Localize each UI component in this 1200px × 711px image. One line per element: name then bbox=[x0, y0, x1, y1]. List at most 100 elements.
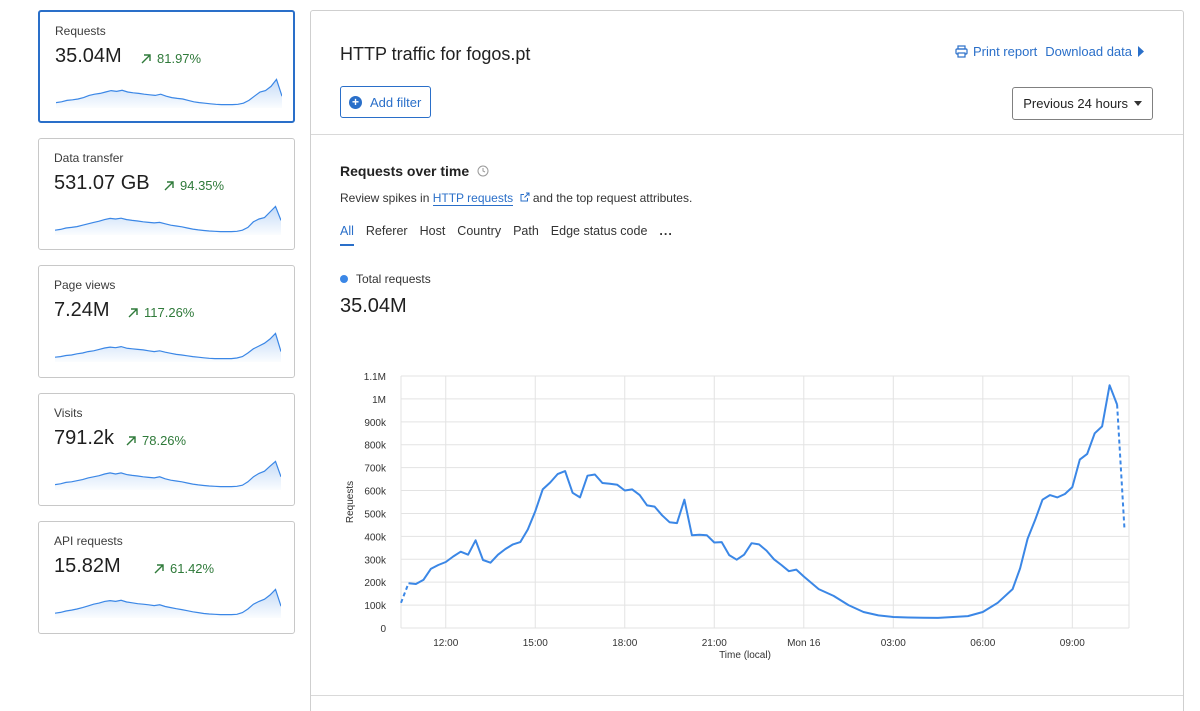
y-tick-label: 1.1M bbox=[364, 372, 386, 383]
y-tick-label: 400k bbox=[364, 532, 387, 543]
trend-up-arrow-icon bbox=[128, 307, 138, 317]
tab-referer[interactable]: Referer bbox=[366, 224, 408, 246]
tab-all[interactable]: All bbox=[340, 224, 354, 246]
caret-right-icon bbox=[1138, 46, 1144, 57]
http-requests-link[interactable]: HTTP requests bbox=[432, 191, 514, 206]
tab-path[interactable]: Path bbox=[513, 224, 539, 246]
legend-dot-icon bbox=[340, 275, 348, 283]
metric-card-change: 78.26% bbox=[125, 433, 186, 448]
metric-card-value: 7.24M bbox=[54, 299, 110, 321]
attribute-tabs: All Referer Host Country Path Edge statu… bbox=[340, 224, 673, 246]
sparkline-chart bbox=[56, 78, 282, 108]
metric-card-change-value: 78.26% bbox=[142, 433, 187, 448]
x-tick-label: 06:00 bbox=[970, 638, 995, 649]
print-report-label: Print report bbox=[972, 44, 1038, 59]
metric-card-value: 15.82M bbox=[54, 555, 121, 577]
download-data-label: Download data bbox=[1045, 44, 1132, 59]
time-range-select[interactable]: Previous 24 hours bbox=[1012, 87, 1153, 120]
trend-up-arrow-icon bbox=[141, 53, 151, 63]
metric-card-visits[interactable]: Visits 791.2k 78.26% bbox=[38, 393, 295, 506]
panel-header: HTTP traffic for fogos.pt Print report D… bbox=[311, 11, 1183, 135]
y-tick-label: 300k bbox=[364, 555, 387, 566]
metric-card-requests[interactable]: Requests 35.04M 81.97% bbox=[38, 10, 295, 123]
x-tick-label: 15:00 bbox=[523, 638, 548, 649]
x-tick-label: 12:00 bbox=[433, 638, 458, 649]
sparkline-chart bbox=[55, 332, 281, 362]
more-tabs-button[interactable]: ... bbox=[659, 224, 672, 246]
y-tick-label: 700k bbox=[364, 464, 387, 475]
x-tick-label: 03:00 bbox=[881, 638, 906, 649]
metric-card-label: Data transfer bbox=[54, 151, 124, 165]
sparkline-area bbox=[55, 206, 281, 235]
add-filter-label: Add filter bbox=[370, 94, 422, 110]
print-report-link[interactable]: Print report bbox=[955, 44, 1037, 59]
y-tick-label: 900k bbox=[364, 418, 387, 429]
y-tick-label: 800k bbox=[364, 441, 387, 452]
metric-card-value: 35.04M bbox=[55, 45, 122, 67]
metric-card-change: 94.35% bbox=[163, 178, 224, 193]
sparkline-area bbox=[56, 79, 282, 108]
add-filter-button[interactable]: + Add filter bbox=[340, 86, 432, 118]
metric-card-change: 117.26% bbox=[127, 305, 194, 320]
chart-legend: Total requests bbox=[340, 272, 431, 286]
metric-card-change-value: 61.42% bbox=[170, 561, 215, 576]
download-data-link[interactable]: Download data bbox=[1045, 44, 1145, 59]
requests-line-chart: 0 100k 200k 300k 400k 500k 600k 700k 800k 900k 1M 1… bbox=[345, 372, 1130, 661]
series-line-partial-end bbox=[1116, 404, 1126, 530]
header-actions: Print report Download data bbox=[955, 44, 1145, 59]
metric-card-label: Visits bbox=[54, 406, 83, 420]
x-axis-label: Time (local) bbox=[719, 650, 771, 661]
metric-card-value: 531.07 GB bbox=[54, 172, 150, 194]
tab-host[interactable]: Host bbox=[420, 224, 446, 246]
metric-card-change-value: 94.35% bbox=[180, 178, 225, 193]
section-title-text: Requests over time bbox=[340, 163, 470, 179]
plus-circle-icon: + bbox=[349, 95, 362, 109]
y-tick-label: 1M bbox=[372, 395, 386, 406]
tab-edge-status-code[interactable]: Edge status code bbox=[551, 224, 648, 246]
section-desc-suffix: and the top request attributes. bbox=[529, 191, 693, 205]
metric-card-change: 61.42% bbox=[153, 561, 214, 576]
series-line-total-requests bbox=[408, 384, 1119, 619]
sparkline-chart bbox=[55, 588, 281, 618]
traffic-panel: HTTP traffic for fogos.pt Print report D… bbox=[310, 10, 1184, 711]
total-requests-value: 35.04M bbox=[340, 295, 407, 317]
caret-down-icon bbox=[1134, 101, 1142, 106]
time-range-value: Previous 24 hours bbox=[1023, 96, 1128, 111]
x-tick-label: 18:00 bbox=[612, 638, 637, 649]
metric-card-label: Page views bbox=[54, 278, 116, 292]
metric-card-page-views[interactable]: Page views 7.24M 117.26% bbox=[38, 265, 295, 378]
y-tick-label: 200k bbox=[364, 578, 387, 589]
metric-card-value: 791.2k bbox=[54, 427, 115, 449]
page-title: HTTP traffic for fogos.pt bbox=[340, 44, 531, 64]
metric-card-api-requests[interactable]: API requests 15.82M 61.42% bbox=[38, 521, 295, 634]
metric-card-label: API requests bbox=[54, 534, 123, 548]
y-axis-label: Requests bbox=[345, 481, 356, 523]
sparkline-chart bbox=[55, 460, 281, 490]
y-tick-label: 600k bbox=[364, 487, 387, 498]
sparkline-area bbox=[55, 333, 281, 362]
section-description: Review spikes in HTTP requests and the t… bbox=[340, 191, 693, 206]
metric-card-data-transfer[interactable]: Data transfer 531.07 GB 94.35% bbox=[38, 138, 295, 250]
legend-label: Total requests bbox=[356, 272, 431, 286]
x-tick-label: Mon 16 bbox=[787, 638, 821, 649]
y-tick-label: 500k bbox=[364, 509, 387, 520]
x-tick-label: 21:00 bbox=[702, 638, 727, 649]
printer-icon bbox=[955, 45, 968, 58]
series-line-partial-start bbox=[400, 582, 410, 604]
trend-up-arrow-icon bbox=[164, 180, 174, 190]
trend-up-arrow-icon bbox=[154, 563, 164, 573]
y-tick-label: 0 bbox=[380, 624, 386, 635]
metric-card-change: 81.97% bbox=[140, 51, 201, 66]
y-tick-label: 100k bbox=[364, 601, 387, 612]
section-desc-prefix: Review spikes in bbox=[340, 191, 433, 205]
x-tick-label: 09:00 bbox=[1060, 638, 1085, 649]
trend-up-arrow-icon bbox=[126, 435, 136, 445]
sparkline-chart bbox=[55, 205, 281, 235]
metric-card-label: Requests bbox=[55, 24, 106, 38]
tab-country[interactable]: Country bbox=[457, 224, 501, 246]
sparkline-area bbox=[55, 589, 281, 618]
divider bbox=[311, 695, 1183, 696]
section-title: Requests over time bbox=[340, 163, 489, 179]
metric-card-change-value: 81.97% bbox=[157, 51, 202, 66]
clock-icon bbox=[477, 165, 489, 177]
